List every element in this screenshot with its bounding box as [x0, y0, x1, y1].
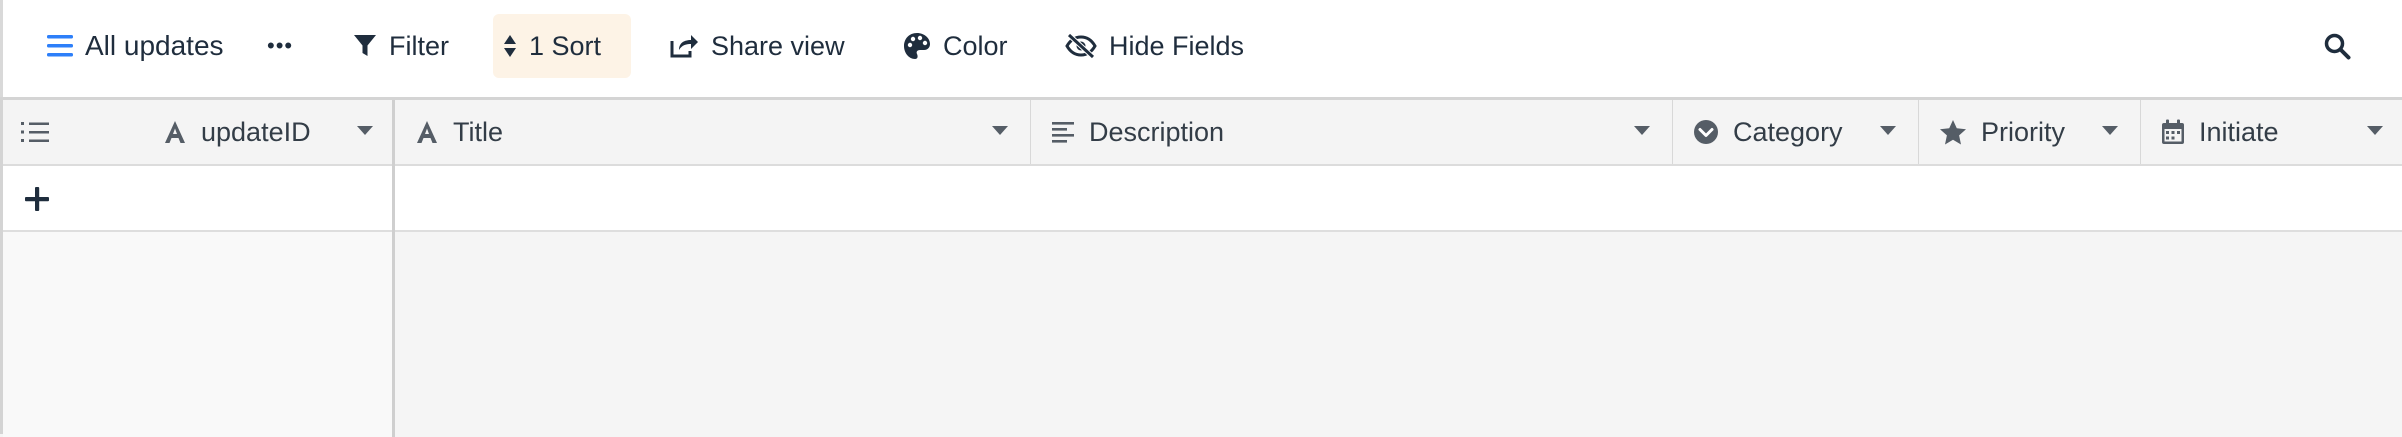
chevron-down-icon[interactable]: [1634, 126, 1650, 135]
frozen-column-divider: [392, 166, 395, 232]
calendar-icon: [2162, 119, 2184, 144]
text-type-icon: [417, 121, 437, 143]
palette-icon: [904, 33, 930, 59]
hide-fields-button[interactable]: Hide Fields: [1055, 14, 1254, 78]
column-header-category[interactable]: Category: [1673, 100, 1919, 164]
chevron-down-icon[interactable]: [1880, 126, 1896, 135]
chevron-down-icon[interactable]: [357, 126, 373, 135]
filter-button[interactable]: Filter: [343, 14, 459, 78]
view-toolbar: All updates ••• Filter 1 Sort Share view: [0, 0, 2402, 97]
list-icon: [47, 35, 73, 57]
grid-header-row: updateID Title Description Category Prio…: [3, 100, 2402, 166]
share-view-label: Share view: [711, 30, 845, 61]
color-label: Color: [943, 30, 1008, 61]
numbered-list-icon: [21, 122, 49, 142]
search-icon: [2324, 33, 2351, 60]
data-grid: updateID Title Description Category Prio…: [0, 97, 2402, 437]
row-number-header[interactable]: [3, 100, 153, 164]
add-record-row[interactable]: [3, 166, 2402, 232]
sort-label: 1 Sort: [529, 30, 602, 61]
view-options-button[interactable]: •••: [257, 14, 303, 78]
column-label: updateID: [201, 116, 311, 147]
eye-slash-icon: [1065, 33, 1097, 59]
share-view-button[interactable]: Share view: [659, 14, 855, 78]
hide-fields-label: Hide Fields: [1109, 30, 1245, 61]
long-text-icon: [1052, 122, 1074, 143]
column-header-title[interactable]: Title: [395, 100, 1031, 164]
view-switcher-button[interactable]: All updates: [37, 14, 234, 78]
plus-icon: [25, 187, 49, 211]
column-header-priority[interactable]: Priority: [1919, 100, 2141, 164]
add-row-button[interactable]: [17, 179, 57, 219]
chevron-down-icon[interactable]: [992, 126, 1008, 135]
column-header-description[interactable]: Description: [1031, 100, 1673, 164]
column-label: Initiate: [2199, 116, 2279, 147]
star-icon: [1940, 119, 1966, 144]
column-label: Description: [1089, 116, 1225, 147]
more-dots-icon: •••: [267, 33, 294, 58]
chevron-down-icon[interactable]: [2102, 126, 2118, 135]
sort-button[interactable]: 1 Sort: [493, 14, 631, 78]
column-label: Category: [1733, 116, 1843, 147]
chevron-down-icon[interactable]: [2367, 126, 2383, 135]
column-header-initiate[interactable]: Initiate: [2141, 100, 2402, 164]
single-select-icon: [1694, 120, 1718, 144]
funnel-icon: [354, 35, 376, 56]
search-button[interactable]: [2313, 14, 2361, 78]
sort-arrows-icon: [504, 35, 516, 57]
filter-label: Filter: [389, 30, 449, 61]
text-type-icon: [165, 121, 185, 143]
column-header-updateid[interactable]: updateID: [143, 100, 395, 164]
color-button[interactable]: Color: [893, 14, 1018, 78]
column-label: Priority: [1981, 116, 2066, 147]
view-name-label: All updates: [85, 30, 224, 61]
column-label: Title: [453, 116, 504, 147]
share-icon: [670, 35, 698, 58]
